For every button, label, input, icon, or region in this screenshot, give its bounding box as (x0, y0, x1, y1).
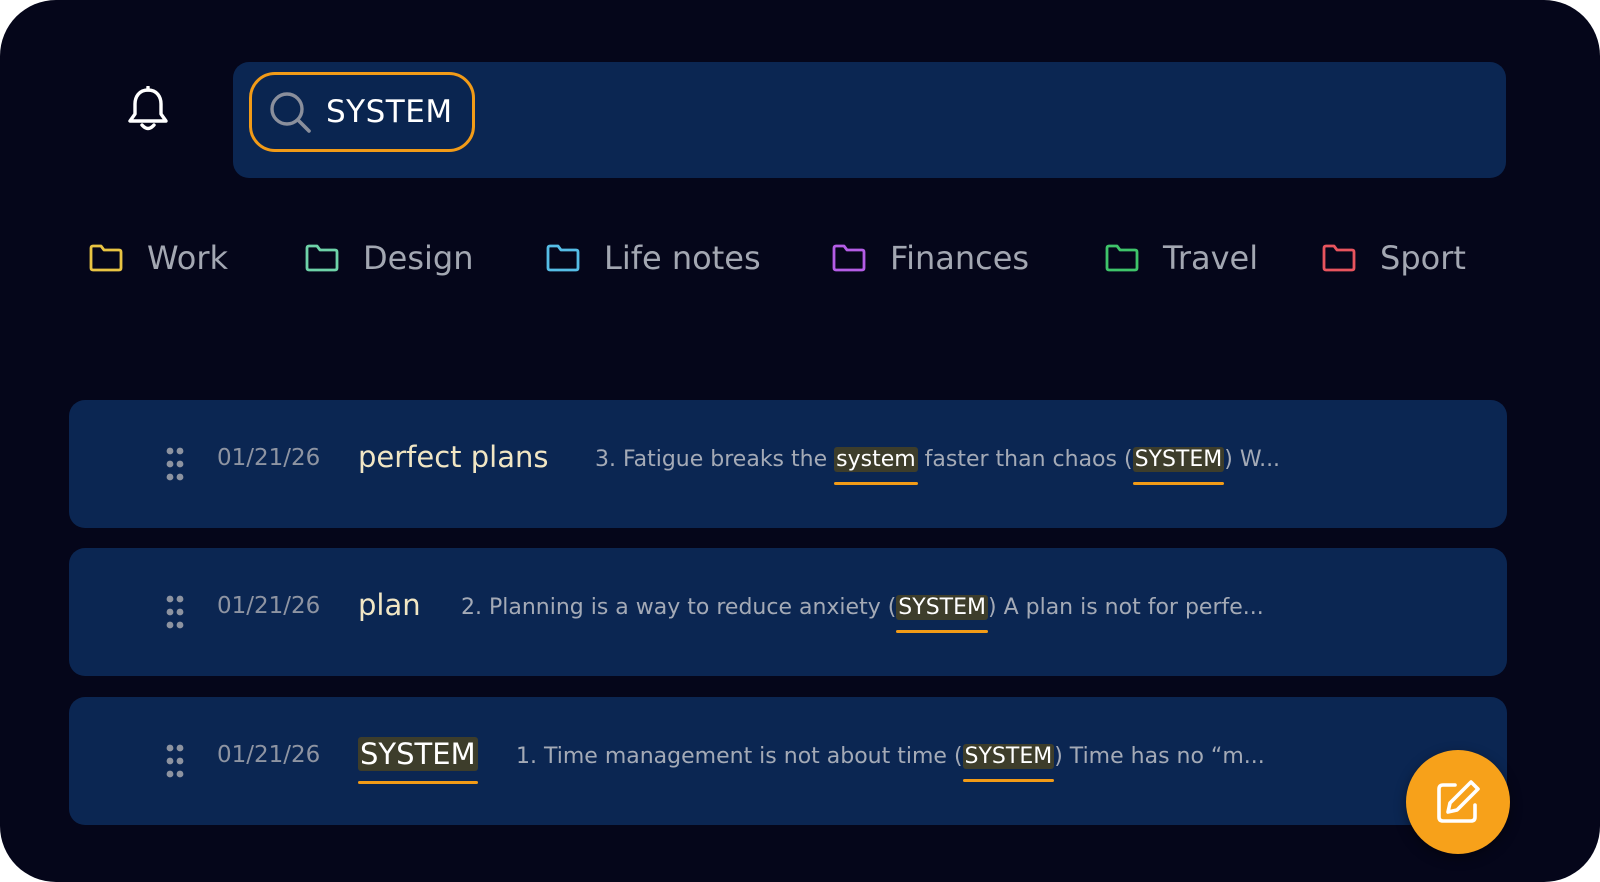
folder-label: Sport (1380, 239, 1466, 277)
folder-tab-finances[interactable]: Finances (832, 232, 1029, 284)
folder-label: Work (147, 239, 229, 277)
note-title: perfect plans (358, 440, 549, 474)
folder-icon (305, 244, 339, 272)
search-highlight: SYSTEM (896, 595, 988, 633)
folder-icon (1105, 244, 1139, 272)
folder-tabs: Work Design Life notes Finances Travel S… (89, 232, 1529, 284)
folder-tab-travel[interactable]: Travel (1105, 232, 1258, 284)
folder-tab-design[interactable]: Design (305, 232, 473, 284)
drag-handle-icon[interactable] (165, 744, 185, 778)
folder-icon (1322, 244, 1356, 272)
folder-tab-work[interactable]: Work (89, 232, 228, 284)
note-excerpt: 1. Time management is not about time (SY… (516, 744, 1265, 782)
note-title: plan (358, 588, 421, 622)
new-note-button[interactable] (1406, 750, 1510, 854)
search-highlight: system (834, 447, 918, 485)
note-row[interactable]: 01/21/26 plan 2. Planning is a way to re… (69, 548, 1507, 676)
search-highlight: SYSTEM (1132, 447, 1225, 485)
search-icon (270, 92, 311, 133)
note-excerpt: 2. Planning is a way to reduce anxiety (… (461, 595, 1264, 633)
app-window: SYSTEM Work Design Life notes Finances T… (0, 0, 1600, 882)
search-query-chip[interactable]: SYSTEM (249, 72, 475, 152)
note-excerpt: 3. Fatigue breaks the system faster than… (595, 447, 1281, 485)
search-bar[interactable]: SYSTEM (233, 62, 1506, 178)
drag-handle-icon[interactable] (165, 447, 185, 481)
folder-icon (832, 244, 866, 272)
search-input[interactable]: SYSTEM (326, 94, 453, 130)
search-highlight: SYSTEM (358, 737, 478, 784)
edit-icon (1437, 780, 1480, 823)
note-date: 01/21/26 (217, 445, 321, 471)
folder-label: Travel (1163, 239, 1259, 277)
bell-icon[interactable] (126, 85, 170, 134)
folder-tab-sport[interactable]: Sport (1322, 232, 1466, 284)
folder-icon (89, 244, 123, 272)
folder-icon (546, 244, 580, 272)
note-row[interactable]: 01/21/26 perfect plans 3. Fatigue breaks… (69, 400, 1507, 528)
note-row[interactable]: 01/21/26 SYSTEM 1. Time management is no… (69, 697, 1507, 825)
folder-label: Design (363, 239, 474, 277)
note-title: SYSTEM (358, 737, 478, 784)
drag-handle-icon[interactable] (165, 595, 185, 629)
search-highlight: SYSTEM (962, 744, 1055, 782)
note-date: 01/21/26 (217, 593, 321, 619)
folder-label: Life notes (604, 239, 761, 277)
note-date: 01/21/26 (217, 742, 321, 768)
folder-label: Finances (890, 239, 1030, 277)
folder-tab-life-notes[interactable]: Life notes (546, 232, 761, 284)
